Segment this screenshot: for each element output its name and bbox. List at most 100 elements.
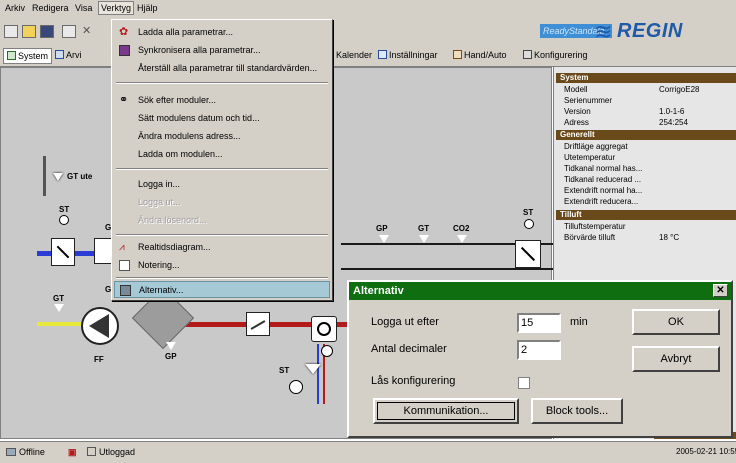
- sensor-icon: [379, 235, 389, 243]
- menu-item-logout: Logga ut...: [138, 197, 181, 207]
- tab-arvi[interactable]: Arvi: [52, 48, 85, 64]
- lock-config-label: Lås konfigurering: [371, 375, 456, 387]
- menu-item-change-address[interactable]: Ändra modulens adress...: [114, 128, 330, 145]
- menu-item-options[interactable]: Alternativ...: [114, 281, 330, 298]
- sensor-icon: [524, 219, 534, 229]
- tab-konfigurering[interactable]: Konfigurering: [520, 48, 591, 64]
- system-icon: [7, 51, 16, 60]
- menu-item-search-modules[interactable]: ⚭ Sök efter moduler...: [114, 92, 330, 109]
- print-icon[interactable]: [62, 25, 76, 38]
- sensor-label-gt-ute: GT ute: [67, 172, 93, 181]
- decimals-input[interactable]: 2: [517, 340, 561, 360]
- menu-item-login[interactable]: Logga in...: [114, 176, 330, 193]
- sync-icon: [119, 45, 130, 56]
- dialog-title-bar: Alternativ ✕: [349, 282, 731, 300]
- menu-redigera[interactable]: Redigera: [32, 3, 69, 13]
- water-pipe: [317, 344, 319, 404]
- open-folder-icon[interactable]: [22, 25, 36, 38]
- logout-label: Logga ut efter: [371, 316, 439, 328]
- row-serienummer: Serienummer: [564, 96, 613, 105]
- block-tools-button[interactable]: Block tools...: [531, 398, 623, 424]
- row-driftlage: Driftläge aggregat: [564, 142, 628, 151]
- sensor-icon: [53, 173, 63, 181]
- menu-separator: [116, 168, 328, 170]
- menubar: Arkiv Redigera Visa Verktyg Hjälp: [0, 0, 736, 19]
- ok-button[interactable]: OK: [632, 309, 720, 335]
- tools-menu: ✿ Ladda alla parametrar... Synkronisera a…: [111, 19, 333, 301]
- offline-status: Offline: [6, 447, 45, 457]
- datetime: 2005-02-21 10:55: [676, 447, 736, 456]
- valve-icon[interactable]: [305, 364, 321, 374]
- sensor-icon: [419, 235, 429, 243]
- fan-arrow-icon: [89, 314, 109, 338]
- pump-icon[interactable]: [321, 345, 333, 357]
- communication-button[interactable]: Kommunikation...: [373, 398, 519, 424]
- menu-separator: [116, 234, 328, 236]
- menu-item-note[interactable]: Notering...: [114, 257, 330, 274]
- logout-minutes-input[interactable]: 15: [517, 313, 561, 333]
- status-bar: Offline ▣ Utloggad 2005-02-21 10:55: [0, 441, 736, 463]
- brand-logo: REGIN: [617, 20, 683, 42]
- section-tilluft: Tilluft: [556, 210, 736, 220]
- close-icon[interactable]: ✕: [713, 284, 728, 297]
- decimals-label: Antal decimaler: [371, 343, 447, 355]
- row-adress: Adress 254:254: [564, 118, 688, 127]
- sensor-label-gt: GT: [418, 224, 430, 233]
- sensor-label-gp: GP: [376, 224, 388, 233]
- save-icon[interactable]: [40, 25, 54, 38]
- section-generellt: Generellt: [556, 130, 736, 140]
- menu-item-realtime-chart[interactable]: ⩘ Realtidsdiagram...: [114, 239, 330, 256]
- download-icon: ✿: [119, 26, 129, 38]
- settings-icon: [378, 50, 387, 59]
- tab-kalender[interactable]: Kalender: [333, 48, 375, 64]
- sensor-label-co2: CO2: [453, 224, 470, 233]
- tab-installningar[interactable]: Inställningar: [375, 48, 441, 64]
- row-tilluftstemperatur: Tilluftstemperatur: [564, 222, 626, 231]
- chart-icon: ⩘: [119, 242, 125, 253]
- cancel-button[interactable]: Avbryt: [632, 346, 720, 372]
- row-tidkanal-normal: Tidkanal normal has...: [564, 164, 643, 173]
- row-modell: Modell CorrigoE28: [564, 85, 700, 94]
- menu-item-reset-params[interactable]: Återställ alla parametrar till standardv…: [114, 60, 330, 77]
- menu-item-reload-module[interactable]: Ladda om modulen...: [114, 146, 330, 163]
- menu-separator: [116, 277, 328, 279]
- note-icon: [119, 260, 130, 271]
- config-icon: [523, 50, 532, 59]
- user-icon: [87, 447, 96, 456]
- fan-label: FF: [94, 355, 104, 364]
- lock-config-checkbox[interactable]: [518, 377, 530, 389]
- sensor-label-gt-left: GT: [53, 294, 65, 303]
- row-extendrift-normal: Extendrift normal ha...: [564, 186, 643, 195]
- row-tidkanal-reducerad: Tidkanal reducerad ...: [564, 175, 642, 184]
- network-icon: [6, 448, 16, 456]
- menu-item-set-datetime[interactable]: Sätt modulens datum och tid...: [114, 110, 330, 127]
- sensor-label-gp2: GP: [165, 352, 177, 361]
- lock-icon: ▣: [68, 447, 77, 457]
- tab-hand-auto[interactable]: Hand/Auto: [450, 48, 510, 64]
- tab-system[interactable]: System: [3, 48, 53, 64]
- logout-unit: min: [570, 316, 588, 328]
- row-version: Version 1.0-1-6: [564, 107, 685, 116]
- menu-arkiv[interactable]: Arkiv: [5, 3, 25, 13]
- valve-motor-icon: [289, 380, 303, 394]
- menu-item-change-password: Ändra lösenord...: [138, 215, 207, 225]
- menu-separator: [116, 82, 328, 84]
- dialog-title: Alternativ: [353, 285, 404, 297]
- menu-visa[interactable]: Visa: [75, 3, 92, 13]
- sensor-icon: [59, 215, 69, 225]
- sensor-icon: [457, 235, 467, 243]
- sensor-icon: [166, 342, 176, 350]
- row-borvarde-tilluft: Börvärde tilluft 18 °C: [564, 233, 680, 242]
- options-icon: [120, 285, 131, 296]
- menu-verktyg[interactable]: Verktyg: [98, 1, 135, 15]
- menu-item-sync-params[interactable]: Synkronisera alla parametrar...: [114, 42, 330, 59]
- cut-icon[interactable]: ✕: [82, 25, 96, 38]
- menu-item-load-params[interactable]: ✿ Ladda alla parametrar...: [114, 24, 330, 41]
- hand-icon: [453, 50, 462, 59]
- row-utetemperatur: Utetemperatur: [564, 153, 616, 162]
- coil-icon: [317, 322, 331, 336]
- section-system: System: [556, 73, 736, 83]
- menu-hjalp[interactable]: Hjälp: [137, 3, 158, 13]
- arvi-icon: [55, 50, 64, 59]
- new-file-icon[interactable]: [4, 25, 18, 38]
